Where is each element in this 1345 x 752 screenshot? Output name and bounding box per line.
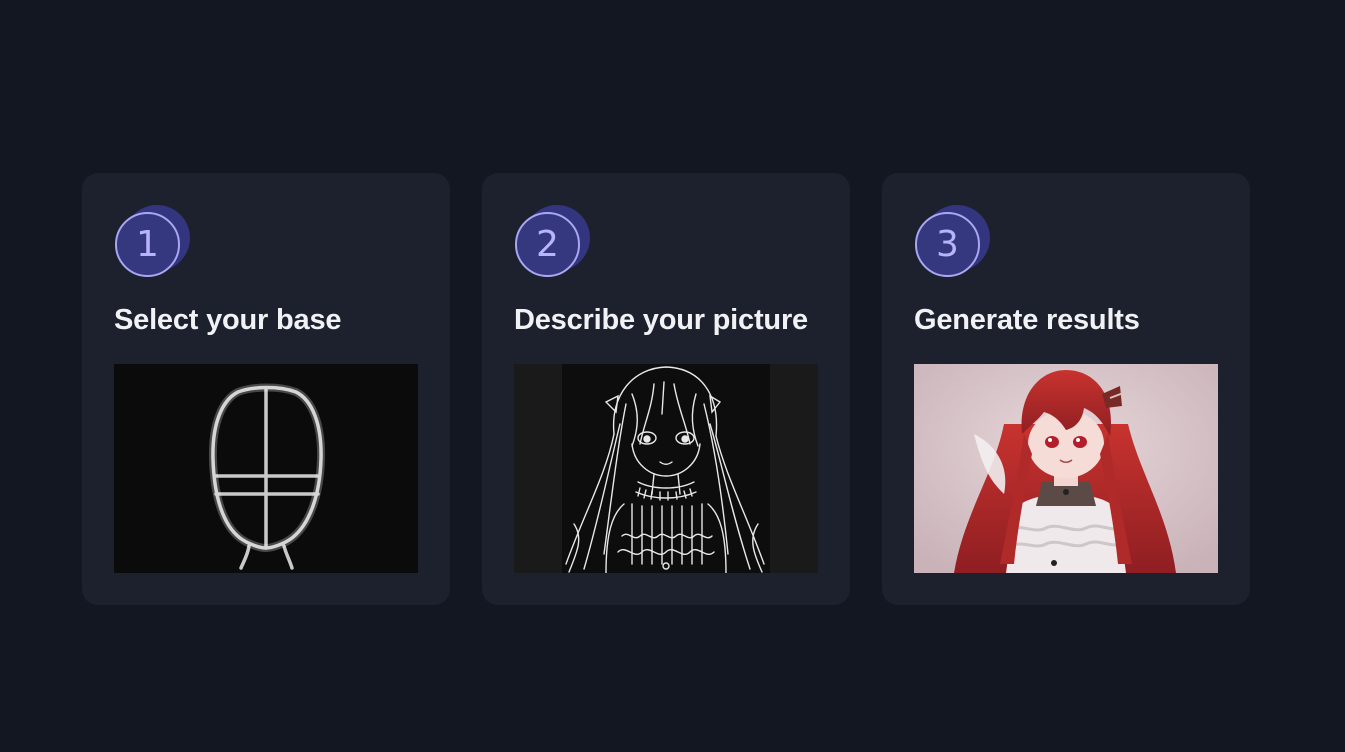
step-card-3: 3 Generate results <box>882 173 1250 605</box>
step-number-2: 2 <box>515 212 580 277</box>
step-title-3: Generate results <box>914 304 1140 336</box>
step-badge-2: 2 <box>514 205 594 285</box>
step-title-1: Select your base <box>114 304 342 336</box>
base-sketch-image <box>114 364 418 573</box>
step-badge-3: 3 <box>914 205 994 285</box>
steps-section: 1 Select your base 2 Describe your pictu… <box>0 0 1345 752</box>
step-number-1: 1 <box>115 212 180 277</box>
step-card-2: 2 Describe your picture <box>482 173 850 605</box>
generated-result-image <box>914 364 1218 573</box>
step-card-1: 1 Select your base <box>82 173 450 605</box>
step-title-2: Describe your picture <box>514 304 808 336</box>
lineart-image <box>514 364 818 573</box>
step-badge-1: 1 <box>114 205 194 285</box>
step-number-3: 3 <box>915 212 980 277</box>
